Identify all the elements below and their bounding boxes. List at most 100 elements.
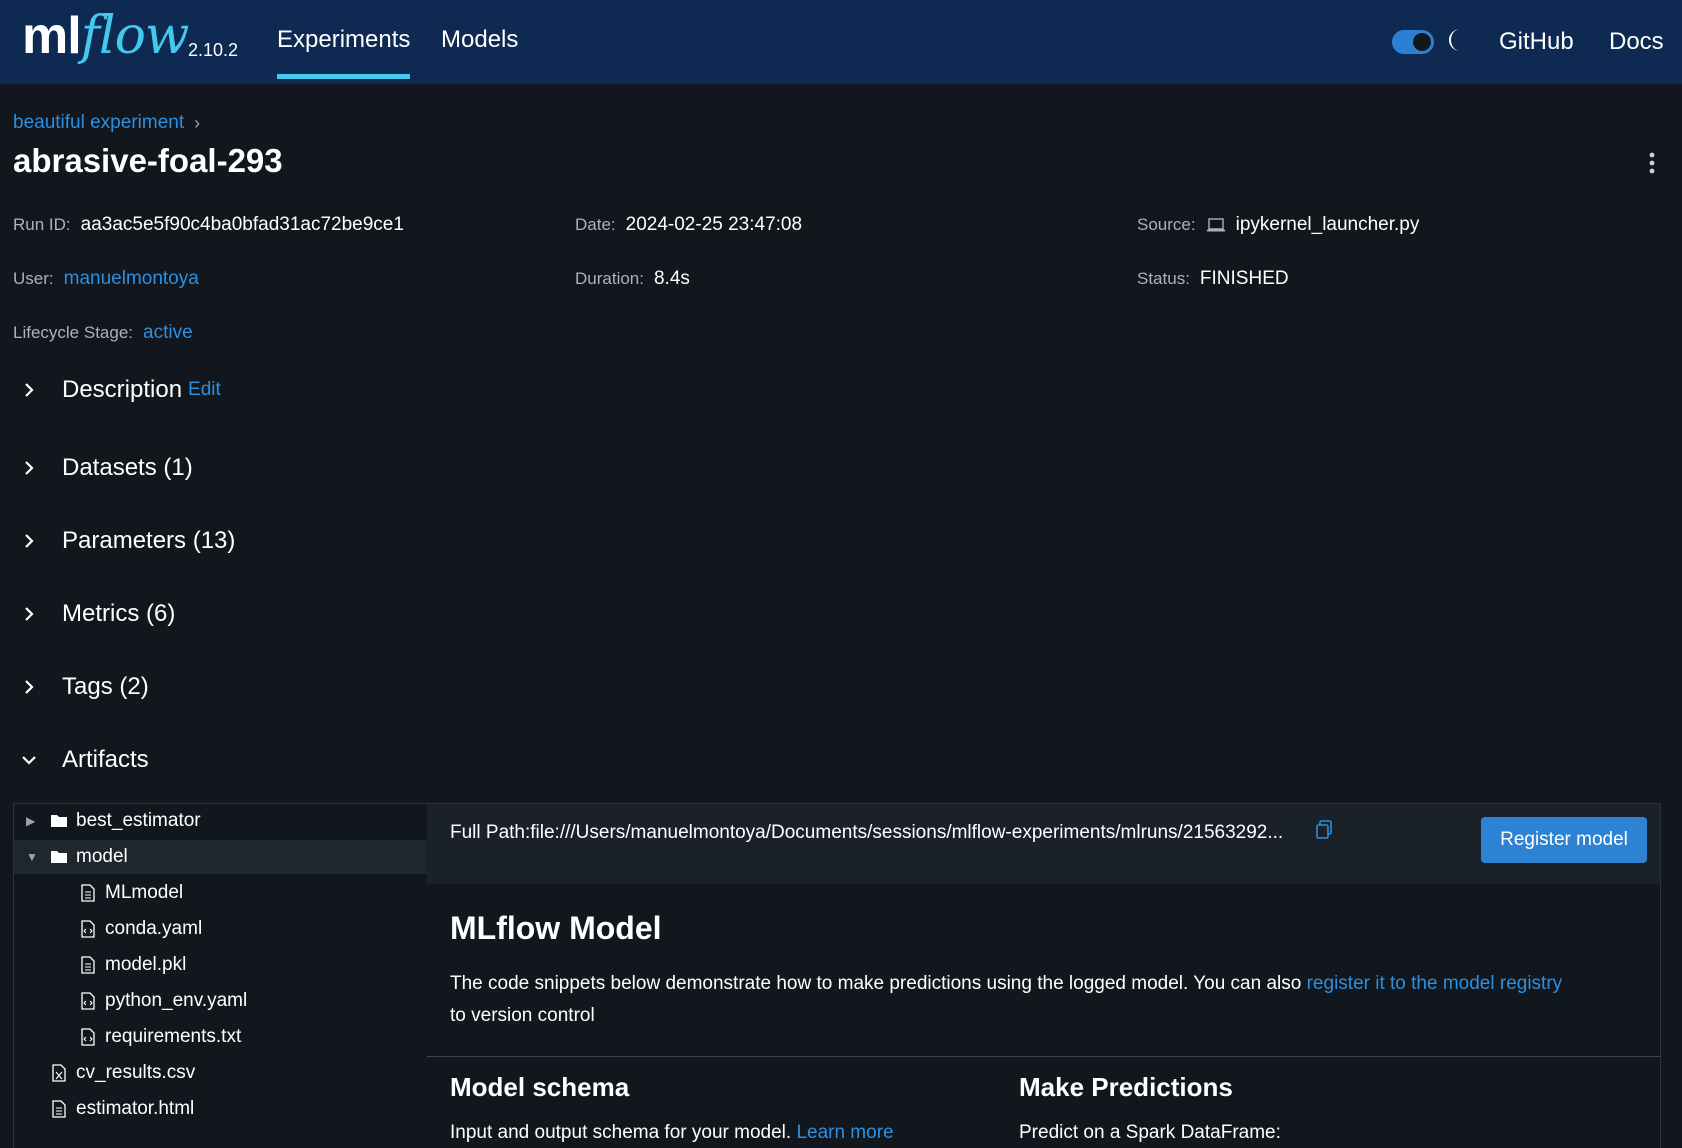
- model-schema-description: Input and output schema for your model. …: [450, 1122, 894, 1144]
- section-label: Datasets (1): [62, 454, 193, 481]
- page-title: abrasive-foal-293: [13, 142, 283, 179]
- breadcrumb-experiment-link[interactable]: beautiful experiment: [13, 112, 184, 134]
- moon-icon: [1449, 29, 1460, 51]
- run-id-value: aa3ac5e5f90c4ba0bfad31ac72be9ce1: [80, 214, 404, 235]
- tree-item-model[interactable]: ▼ model: [14, 840, 438, 874]
- tree-item-label: best_estimator: [76, 810, 201, 831]
- section-label: Description: [62, 376, 183, 403]
- section-label: Tags (2): [62, 673, 149, 700]
- register-registry-link[interactable]: register it to the model registry: [1307, 973, 1563, 994]
- meta-key: Run ID:: [13, 215, 71, 234]
- meta-user: User: manuelmontoya: [13, 268, 199, 290]
- chevron-right-icon: [25, 607, 34, 621]
- spreadsheet-file-icon: [52, 1064, 66, 1082]
- top-nav: ml flow 2.10.2 Experiments Models GitHub …: [0, 0, 1682, 84]
- meta-key: User:: [13, 269, 54, 288]
- caret-down-icon[interactable]: ▼: [26, 850, 38, 864]
- meta-key: Lifecycle Stage:: [13, 323, 134, 342]
- full-path-text: Full Path:file:///Users/manuelmontoya/Do…: [450, 822, 1284, 843]
- divider: [427, 1056, 1660, 1057]
- tree-item-mlmodel[interactable]: MLmodel: [14, 876, 491, 910]
- folder-icon: [51, 815, 67, 827]
- meta-lifecycle: Lifecycle Stage: active: [13, 322, 193, 344]
- mlflow-model-title: MLflow Model: [450, 910, 662, 946]
- file-icon: [81, 884, 95, 902]
- file-icon: [81, 956, 95, 974]
- artifact-tree: ▶ best_estimator ▼ model MLmodel conda.y…: [14, 804, 438, 1148]
- tree-item-label: conda.yaml: [105, 918, 203, 939]
- folder-icon: [51, 851, 67, 863]
- file-icon: [52, 1100, 66, 1118]
- toggle-knob: [1413, 33, 1431, 51]
- copy-icon[interactable]: [1315, 820, 1333, 840]
- tree-item-estimator-html[interactable]: estimator.html: [14, 1092, 462, 1126]
- meta-run-id: Run ID: aa3ac5e5f90c4ba0bfad31ac72be9ce1: [13, 214, 404, 236]
- learn-more-link[interactable]: Learn more: [796, 1122, 893, 1143]
- breadcrumb: beautiful experiment ›: [13, 112, 200, 134]
- chevron-down-icon: [22, 756, 36, 765]
- tab-models[interactable]: Models: [441, 26, 518, 54]
- user-link[interactable]: manuelmontoya: [64, 268, 199, 290]
- artifact-detail: Full Path:file:///Users/manuelmontoya/Do…: [427, 804, 1660, 1148]
- section-label: Artifacts: [62, 746, 149, 773]
- description-edit-link[interactable]: Edit: [188, 379, 221, 401]
- tree-item-label: model: [76, 846, 128, 867]
- caret-right-icon[interactable]: ▶: [26, 814, 38, 828]
- code-file-icon: [81, 992, 95, 1010]
- tree-item-cv-results-csv[interactable]: cv_results.csv: [14, 1056, 462, 1090]
- description-text: The code snippets below demonstrate how …: [450, 973, 1302, 994]
- tree-item-conda-yaml[interactable]: conda.yaml: [14, 912, 491, 946]
- meta-date: Date: 2024-02-25 23:47:08: [575, 214, 802, 236]
- tree-item-label: requirements.txt: [105, 1026, 242, 1047]
- tab-experiments[interactable]: Experiments: [277, 26, 411, 79]
- dark-mode-toggle[interactable]: [1392, 30, 1434, 54]
- section-datasets[interactable]: Datasets (1): [20, 454, 193, 482]
- tree-item-best-estimator[interactable]: ▶ best_estimator: [14, 804, 438, 838]
- duration-value: 8.4s: [653, 268, 690, 289]
- status-value: FINISHED: [1199, 268, 1289, 289]
- section-tags[interactable]: Tags (2): [20, 673, 149, 701]
- tree-item-label: cv_results.csv: [76, 1062, 196, 1083]
- register-model-button[interactable]: Register model: [1481, 817, 1647, 863]
- model-schema-title: Model schema: [450, 1072, 630, 1102]
- github-link[interactable]: GitHub: [1499, 28, 1574, 56]
- mlflow-logo[interactable]: ml flow: [22, 6, 190, 76]
- more-options-icon[interactable]: [1648, 152, 1656, 174]
- tree-item-label: MLmodel: [105, 882, 184, 903]
- chevron-right-icon: [25, 461, 34, 475]
- chevron-right-icon: [25, 383, 34, 397]
- meta-key: Source:: [1137, 215, 1196, 234]
- date-value: 2024-02-25 23:47:08: [625, 214, 803, 235]
- chevron-right-icon: [25, 680, 34, 694]
- make-predictions-description: Predict on a Spark DataFrame:: [1019, 1122, 1281, 1143]
- tree-item-label: python_env.yaml: [105, 990, 248, 1011]
- meta-key: Date:: [575, 215, 616, 234]
- version-label: 2.10.2: [188, 40, 239, 60]
- tree-item-requirements-txt[interactable]: requirements.txt: [14, 1020, 491, 1054]
- docs-link[interactable]: Docs: [1609, 28, 1664, 56]
- meta-key: Status:: [1137, 269, 1190, 288]
- section-label: Metrics (6): [62, 600, 176, 627]
- section-parameters[interactable]: Parameters (13): [20, 527, 235, 555]
- meta-key: Duration:: [575, 269, 644, 288]
- section-label: Parameters (13): [62, 527, 236, 554]
- chevron-right-icon: ›: [194, 112, 201, 133]
- code-file-icon: [81, 920, 95, 938]
- meta-source: Source: ipykernel_launcher.py: [1137, 214, 1419, 236]
- code-file-icon: [81, 1028, 95, 1046]
- logo-ml-text: ml: [22, 7, 82, 65]
- full-path-bar: Full Path:file:///Users/manuelmontoya/Do…: [427, 804, 1660, 884]
- source-value[interactable]: ipykernel_launcher.py: [1236, 214, 1420, 236]
- section-artifacts[interactable]: Artifacts: [20, 746, 149, 774]
- logo-flow-text: flow: [80, 6, 190, 66]
- lifecycle-value: active: [143, 322, 193, 343]
- laptop-icon: [1206, 218, 1225, 232]
- section-description[interactable]: Description Edit: [20, 376, 221, 404]
- meta-status: Status: FINISHED: [1137, 268, 1289, 290]
- tree-item-model-pkl[interactable]: model.pkl: [14, 948, 491, 982]
- section-metrics[interactable]: Metrics (6): [20, 600, 175, 628]
- description-end-text: to version control: [450, 1005, 595, 1026]
- tree-item-python-env-yaml[interactable]: python_env.yaml: [14, 984, 491, 1018]
- mlflow-model-description: The code snippets below demonstrate how …: [450, 968, 1660, 1032]
- schema-desc-text: Input and output schema for your model.: [450, 1122, 792, 1143]
